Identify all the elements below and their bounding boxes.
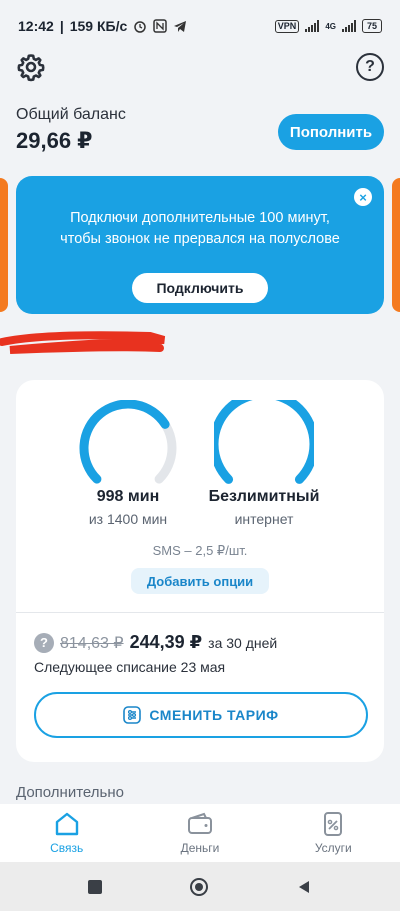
alarm-icon — [134, 21, 147, 33]
home-icon — [55, 812, 78, 836]
promo-text: Подключи дополнительные 100 минут, чтобы… — [36, 208, 364, 250]
tab-services[interactable]: Услуги — [283, 810, 383, 855]
carousel-next-card[interactable] — [392, 178, 400, 312]
tab-money[interactable]: Деньги — [150, 810, 250, 855]
add-options-button[interactable]: Добавить опции — [131, 568, 269, 594]
nfc-icon — [153, 19, 168, 33]
minutes-progress-arc — [79, 399, 170, 484]
battery-icon: 75 — [361, 19, 382, 33]
close-icon[interactable]: × — [354, 188, 372, 206]
balance-block: Общий баланс 29,66 ₽ — [16, 106, 126, 154]
promo-line-1: Подключи дополнительные 100 минут, — [70, 210, 330, 226]
signal-icon-2 — [341, 20, 356, 32]
promo-banner: × Подключи дополнительные 100 минут, что… — [16, 176, 384, 314]
back-button[interactable] — [296, 879, 312, 895]
minutes-gauge-arc — [79, 399, 177, 484]
section-extra-title: Дополнительно — [16, 784, 124, 801]
new-price: 244,39 ₽ — [129, 632, 203, 652]
minutes-gauge — [78, 399, 178, 491]
promo-line-2: чтобы звонок не прервался на полуслове — [60, 231, 340, 247]
price-period: за 30 дней — [208, 634, 278, 651]
services-icon — [324, 812, 343, 836]
network-type: 4G — [325, 21, 336, 31]
connect-button[interactable]: Подключить — [132, 273, 268, 303]
system-nav-bar — [0, 862, 400, 911]
price-row: ? 814,63 ₽ 244,39 ₽ за 30 дней — [34, 632, 277, 653]
minutes-title: 998 мин — [96, 488, 160, 505]
internet-gauge-arc — [209, 389, 319, 484]
change-tariff-button[interactable]: СМЕНИТЬ ТАРИФ — [34, 692, 368, 738]
status-right: VPN 4G 75 — [274, 19, 382, 33]
internet-title: Безлимитный — [208, 488, 320, 505]
signal-icon — [305, 20, 320, 32]
card-divider — [16, 612, 384, 613]
status-time: 12:42 — [18, 18, 54, 34]
help-icon[interactable]: ? — [356, 53, 384, 81]
top-bar: ? — [16, 50, 384, 84]
price-help-icon[interactable]: ? — [34, 632, 54, 653]
vpn-badge: VPN — [274, 19, 300, 33]
carousel-prev-card[interactable] — [0, 178, 8, 312]
gear-icon[interactable] — [16, 52, 46, 82]
internet-gauge — [209, 389, 319, 491]
topup-button[interactable]: Пополнить — [278, 114, 384, 150]
redacted-scribble — [0, 331, 166, 354]
tab-label: Связь — [50, 841, 84, 855]
internet-subtitle: интернет — [234, 511, 294, 527]
balance-label: Общий баланс — [16, 106, 126, 123]
home-button[interactable] — [190, 877, 208, 896]
sliders-icon — [123, 706, 142, 724]
balance-amount: 29,66 ₽ — [16, 128, 93, 153]
tab-label: Услуги — [314, 841, 352, 855]
bottom-tab-bar: Связь Деньги Услуги — [0, 804, 400, 862]
telegram-icon — [174, 21, 187, 32]
next-charge: Следующее списание 23 мая — [34, 659, 226, 675]
change-tariff-label: СМЕНИТЬ ТАРИФ — [149, 707, 279, 723]
status-left: 12:42 | 159 КБ/с — [18, 18, 187, 34]
recents-button[interactable] — [88, 879, 102, 894]
status-bar: 12:42 | 159 КБ/с VPN 4G 75 — [0, 0, 400, 52]
sms-price: SMS – 2,5 ₽/шт. — [152, 543, 248, 558]
status-separator: | — [59, 18, 64, 34]
minutes-subtitle: из 1400 мин — [88, 511, 168, 527]
tariff-card: 998 мин из 1400 мин Безлимитный интернет… — [16, 380, 384, 762]
wallet-icon — [187, 812, 212, 834]
status-speed: 159 КБ/с — [69, 18, 128, 34]
old-price: 814,63 ₽ — [60, 634, 124, 652]
tab-label: Деньги — [180, 841, 220, 855]
tab-connection[interactable]: Связь — [17, 810, 117, 855]
